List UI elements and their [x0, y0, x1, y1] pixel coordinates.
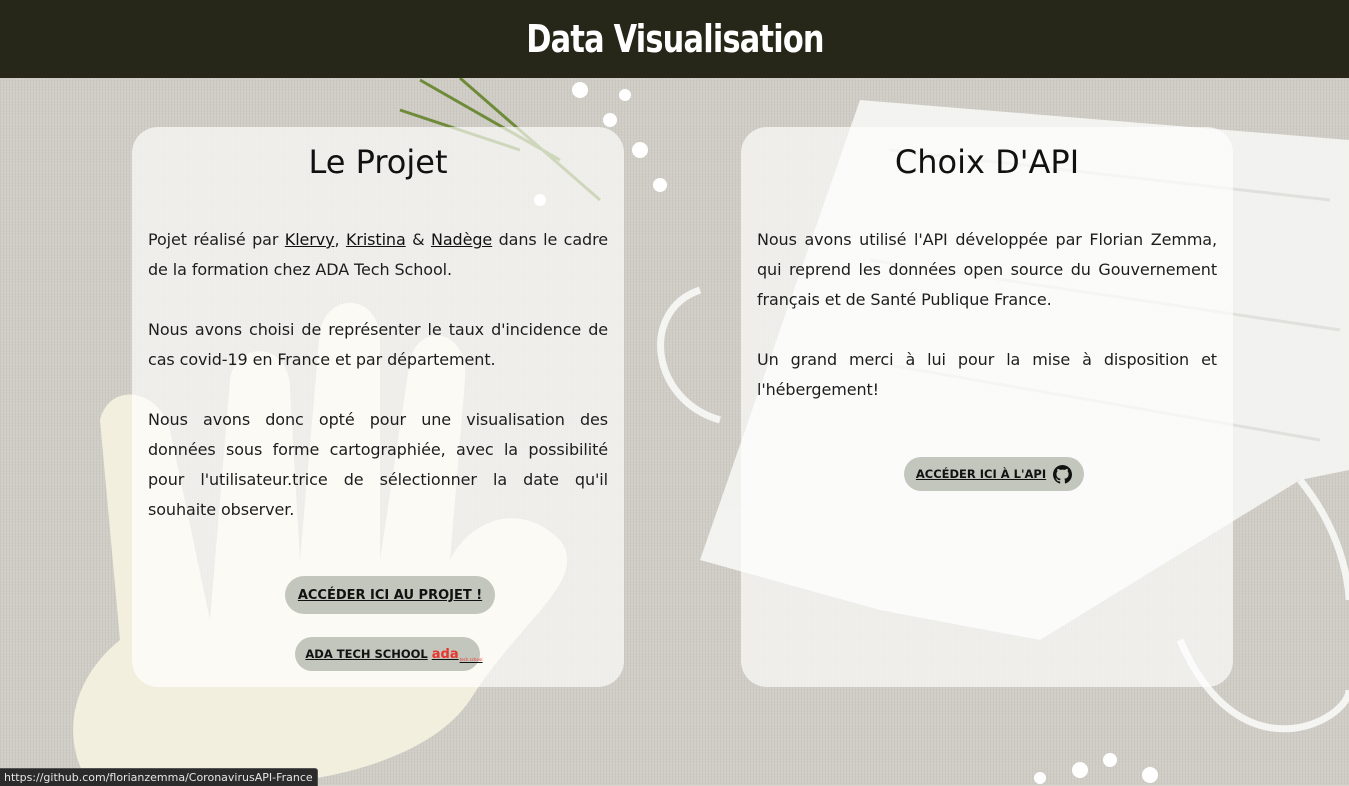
author-link-kristina[interactable]: Kristina — [346, 230, 406, 249]
project-card-title: Le Projet — [308, 143, 448, 181]
author-link-klervy[interactable]: Klervy — [285, 230, 335, 249]
site-header: Data Visualisation — [0, 0, 1349, 78]
project-card: Le Projet Pojet réalisé par Klervy, Kris… — [132, 127, 624, 687]
ada-logo-icon: ada tech school — [431, 646, 483, 662]
access-project-button[interactable]: ACCÉDER ICI AU PROJET ! — [285, 576, 495, 614]
project-paragraph-3: Nous avons donc opté pour une visualisat… — [148, 410, 608, 519]
separator-comma: , — [334, 230, 346, 249]
site-title: Data Visualisation — [525, 17, 824, 61]
author-link-nadege[interactable]: Nadège — [431, 230, 492, 249]
api-paragraph-1: Nous avons utilisé l'API développée par … — [757, 230, 1217, 309]
link-status-bar: https://github.com/florianzemma/Coronavi… — [0, 768, 318, 786]
github-icon — [1053, 464, 1073, 484]
access-api-button[interactable]: ACCÉDER ICI À L'API — [904, 457, 1084, 491]
api-card: Choix D'API Nous avons utilisé l'API dév… — [741, 127, 1233, 687]
separator-and: & — [405, 230, 431, 249]
intro-text-before: Pojet réalisé par — [148, 230, 285, 249]
ada-logo-tagline: tech school — [459, 656, 483, 662]
access-api-label: ACCÉDER ICI À L'API — [915, 467, 1047, 481]
project-intro-paragraph: Pojet réalisé par Klervy, Kristina & Nad… — [148, 225, 608, 285]
ada-tech-school-button[interactable]: ADA TECH SCHOOL ada tech school — [295, 637, 483, 671]
api-paragraph-2: Un grand merci à lui pour la mise à disp… — [757, 350, 1217, 399]
api-card-title: Choix D'API — [894, 143, 1080, 181]
ada-tech-school-label: ADA TECH SCHOOL — [305, 647, 428, 661]
project-paragraph-2: Nous avons choisi de représenter le taux… — [148, 320, 608, 369]
access-project-label: ACCÉDER ICI AU PROJET ! — [297, 587, 483, 603]
ada-logo-text: ada — [431, 646, 459, 662]
